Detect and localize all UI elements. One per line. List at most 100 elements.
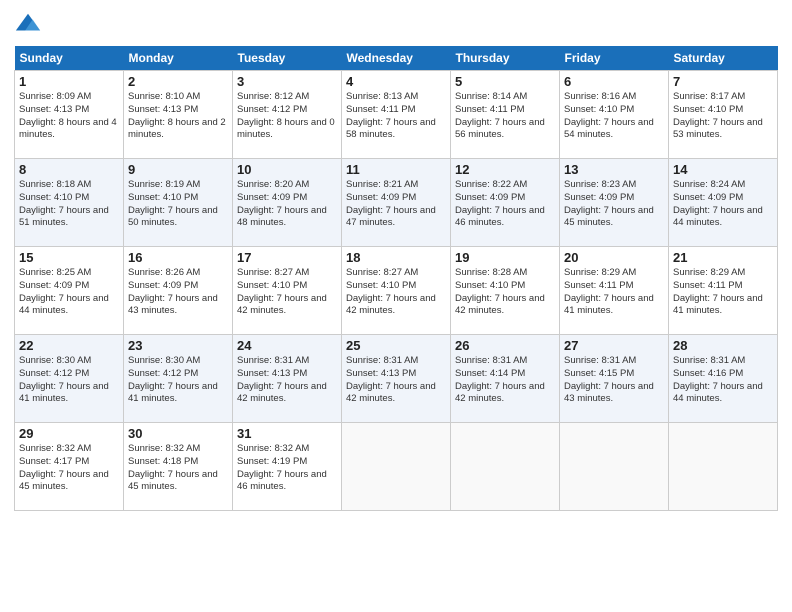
calendar-cell: 27 Sunrise: 8:31 AMSunset: 4:15 PMDayligh… [560,335,669,423]
cell-info: Sunrise: 8:09 AMSunset: 4:13 PMDaylight:… [19,91,119,142]
calendar-cell [669,423,778,511]
day-number: 8 [19,162,119,177]
cell-info: Sunrise: 8:29 AMSunset: 4:11 PMDaylight:… [673,267,773,318]
day-number: 23 [128,338,228,353]
cell-info: Sunrise: 8:22 AMSunset: 4:09 PMDaylight:… [455,179,555,230]
cell-info: Sunrise: 8:14 AMSunset: 4:11 PMDaylight:… [455,91,555,142]
calendar-cell: 15 Sunrise: 8:25 AMSunset: 4:09 PMDayligh… [15,247,124,335]
cell-info: Sunrise: 8:32 AMSunset: 4:19 PMDaylight:… [237,443,337,494]
day-number: 24 [237,338,337,353]
day-number: 3 [237,74,337,89]
week-row-4: 22Sunrise: 8:30 AMSunset: 4:12 PMDayligh… [15,335,778,423]
cell-info: Sunrise: 8:32 AMSunset: 4:17 PMDaylight:… [19,443,119,494]
calendar-cell: 21 Sunrise: 8:29 AMSunset: 4:11 PMDayligh… [669,247,778,335]
day-number: 2 [128,74,228,89]
day-number: 28 [673,338,773,353]
calendar-cell: 4Sunrise: 8:13 AMSunset: 4:11 PMDaylight… [342,71,451,159]
calendar-cell: 1 Sunrise: 8:09 AMSunset: 4:13 PMDaylight… [15,71,124,159]
cell-info: Sunrise: 8:26 AMSunset: 4:09 PMDaylight:… [128,267,228,318]
day-number: 25 [346,338,446,353]
calendar-cell [342,423,451,511]
calendar-cell: 3 Sunrise: 8:12 AMSunset: 4:12 PMDaylight… [233,71,342,159]
day-number: 20 [564,250,664,265]
calendar-cell: 22Sunrise: 8:30 AMSunset: 4:12 PMDayligh… [15,335,124,423]
day-number: 27 [564,338,664,353]
header-wednesday: Wednesday [342,46,451,71]
day-number: 16 [128,250,228,265]
day-number: 4 [346,74,446,89]
cell-info: Sunrise: 8:31 AMSunset: 4:15 PMDaylight:… [564,355,664,406]
calendar-cell: 18Sunrise: 8:27 AMSunset: 4:10 PMDayligh… [342,247,451,335]
cell-info: Sunrise: 8:31 AMSunset: 4:16 PMDaylight:… [673,355,773,406]
calendar-cell: 8 Sunrise: 8:18 AMSunset: 4:10 PMDaylight… [15,159,124,247]
calendar-table: SundayMondayTuesdayWednesdayThursdayFrid… [14,46,778,511]
calendar-cell: 14 Sunrise: 8:24 AMSunset: 4:09 PMDayligh… [669,159,778,247]
header-tuesday: Tuesday [233,46,342,71]
calendar-cell: 19 Sunrise: 8:28 AMSunset: 4:10 PMDayligh… [451,247,560,335]
cell-info: Sunrise: 8:21 AMSunset: 4:09 PMDaylight:… [346,179,446,230]
calendar-cell: 31 Sunrise: 8:32 AMSunset: 4:19 PMDayligh… [233,423,342,511]
cell-info: Sunrise: 8:18 AMSunset: 4:10 PMDaylight:… [19,179,119,230]
calendar-cell: 5 Sunrise: 8:14 AMSunset: 4:11 PMDaylight… [451,71,560,159]
cell-info: Sunrise: 8:16 AMSunset: 4:10 PMDaylight:… [564,91,664,142]
day-number: 29 [19,426,119,441]
cell-info: Sunrise: 8:30 AMSunset: 4:12 PMDaylight:… [19,355,119,406]
logo [14,10,46,38]
calendar-cell: 24 Sunrise: 8:31 AMSunset: 4:13 PMDayligh… [233,335,342,423]
day-number: 1 [19,74,119,89]
cell-info: Sunrise: 8:31 AMSunset: 4:13 PMDaylight:… [346,355,446,406]
header-thursday: Thursday [451,46,560,71]
calendar-cell: 11 Sunrise: 8:21 AMSunset: 4:09 PMDayligh… [342,159,451,247]
cell-info: Sunrise: 8:24 AMSunset: 4:09 PMDaylight:… [673,179,773,230]
day-number: 31 [237,426,337,441]
cell-info: Sunrise: 8:31 AMSunset: 4:14 PMDaylight:… [455,355,555,406]
header-row: SundayMondayTuesdayWednesdayThursdayFrid… [15,46,778,71]
cell-info: Sunrise: 8:10 AMSunset: 4:13 PMDaylight:… [128,91,228,142]
calendar-cell: 25 Sunrise: 8:31 AMSunset: 4:13 PMDayligh… [342,335,451,423]
day-number: 15 [19,250,119,265]
day-number: 12 [455,162,555,177]
day-number: 21 [673,250,773,265]
day-number: 19 [455,250,555,265]
calendar-cell: 16 Sunrise: 8:26 AMSunset: 4:09 PMDayligh… [124,247,233,335]
logo-icon [14,10,42,38]
day-number: 7 [673,74,773,89]
calendar-cell: 13Sunrise: 8:23 AMSunset: 4:09 PMDayligh… [560,159,669,247]
cell-info: Sunrise: 8:27 AMSunset: 4:10 PMDaylight:… [237,267,337,318]
day-number: 9 [128,162,228,177]
header-monday: Monday [124,46,233,71]
cell-info: Sunrise: 8:19 AMSunset: 4:10 PMDaylight:… [128,179,228,230]
calendar-cell [560,423,669,511]
day-number: 30 [128,426,228,441]
day-number: 14 [673,162,773,177]
header-friday: Friday [560,46,669,71]
day-number: 13 [564,162,664,177]
calendar-cell: 23 Sunrise: 8:30 AMSunset: 4:12 PMDayligh… [124,335,233,423]
calendar-cell: 2 Sunrise: 8:10 AMSunset: 4:13 PMDaylight… [124,71,233,159]
calendar-cell: 6 Sunrise: 8:16 AMSunset: 4:10 PMDaylight… [560,71,669,159]
calendar-cell: 7Sunrise: 8:17 AMSunset: 4:10 PMDaylight… [669,71,778,159]
calendar-cell: 28 Sunrise: 8:31 AMSunset: 4:16 PMDayligh… [669,335,778,423]
calendar-cell: 26Sunrise: 8:31 AMSunset: 4:14 PMDayligh… [451,335,560,423]
week-row-5: 29 Sunrise: 8:32 AMSunset: 4:17 PMDayligh… [15,423,778,511]
calendar-cell: 9 Sunrise: 8:19 AMSunset: 4:10 PMDaylight… [124,159,233,247]
day-number: 6 [564,74,664,89]
cell-info: Sunrise: 8:31 AMSunset: 4:13 PMDaylight:… [237,355,337,406]
day-number: 17 [237,250,337,265]
page-header [14,10,778,38]
week-row-1: 1 Sunrise: 8:09 AMSunset: 4:13 PMDaylight… [15,71,778,159]
cell-info: Sunrise: 8:25 AMSunset: 4:09 PMDaylight:… [19,267,119,318]
calendar-cell: 20Sunrise: 8:29 AMSunset: 4:11 PMDayligh… [560,247,669,335]
cell-info: Sunrise: 8:30 AMSunset: 4:12 PMDaylight:… [128,355,228,406]
cell-info: Sunrise: 8:20 AMSunset: 4:09 PMDaylight:… [237,179,337,230]
cell-info: Sunrise: 8:28 AMSunset: 4:10 PMDaylight:… [455,267,555,318]
day-number: 5 [455,74,555,89]
header-sunday: Sunday [15,46,124,71]
cell-info: Sunrise: 8:27 AMSunset: 4:10 PMDaylight:… [346,267,446,318]
day-number: 11 [346,162,446,177]
week-row-3: 15 Sunrise: 8:25 AMSunset: 4:09 PMDayligh… [15,247,778,335]
header-saturday: Saturday [669,46,778,71]
calendar-cell: 17 Sunrise: 8:27 AMSunset: 4:10 PMDayligh… [233,247,342,335]
cell-info: Sunrise: 8:12 AMSunset: 4:12 PMDaylight:… [237,91,337,142]
calendar-cell [451,423,560,511]
